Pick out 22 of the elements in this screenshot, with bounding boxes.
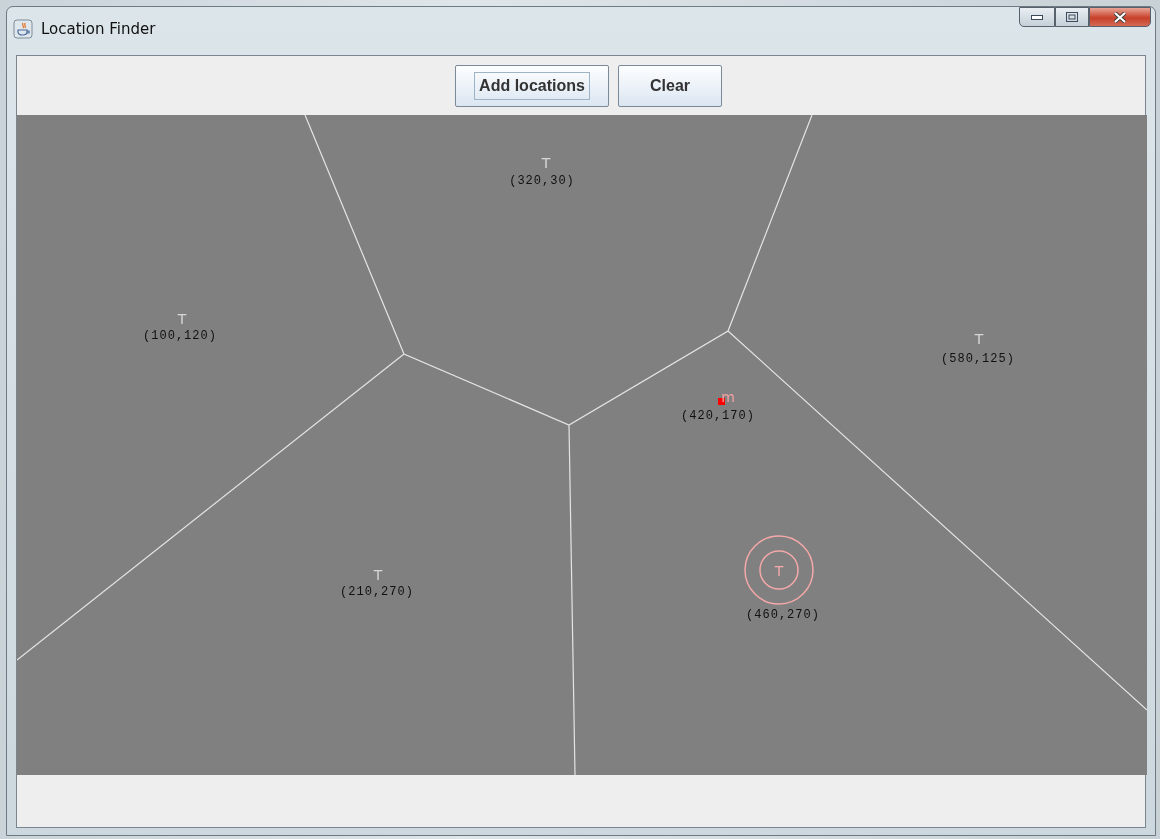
close-button[interactable] [1089, 7, 1151, 27]
toolbar-button[interactable]: Add locations [455, 64, 609, 107]
location-marker: T [774, 564, 784, 578]
location-marker: T [974, 332, 984, 346]
location-marker: T [373, 568, 383, 582]
location-marker: T [541, 156, 551, 170]
maximize-button[interactable] [1055, 7, 1089, 27]
coordinate-label: (460,270) [746, 609, 820, 621]
coordinate-label: (580,125) [941, 353, 1015, 365]
coordinate-label: (320,30) [509, 175, 575, 187]
minimize-icon [1031, 14, 1043, 20]
java-cup-icon [13, 19, 33, 39]
user-marker: m [721, 390, 735, 404]
coordinate-label: (420,170) [681, 410, 755, 422]
maximize-icon [1066, 12, 1078, 22]
window-title: Location Finder [41, 20, 156, 38]
location-marker: T [177, 312, 187, 326]
coordinate-label: (210,270) [340, 586, 414, 598]
close-icon [1113, 11, 1127, 23]
toolbar-button[interactable]: Clear [618, 64, 722, 107]
minimize-button[interactable] [1019, 7, 1055, 27]
coordinate-label: (100,120) [143, 330, 217, 342]
